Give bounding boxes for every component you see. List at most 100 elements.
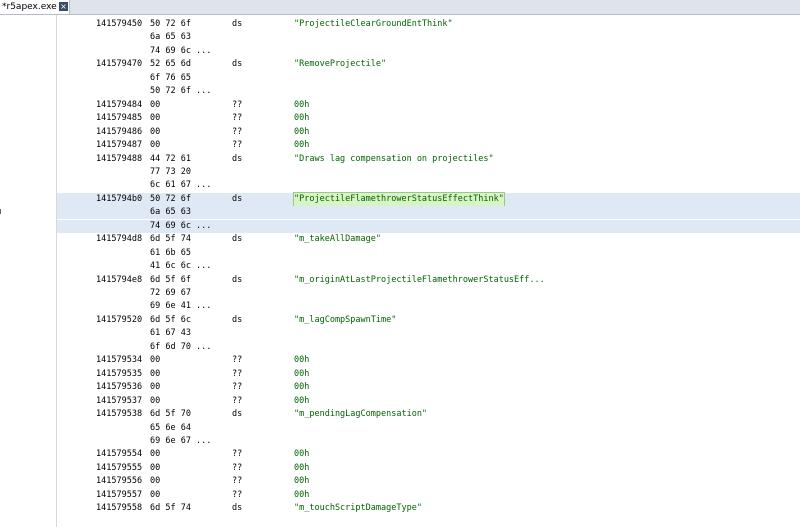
listing-address[interactable]: 141579555 [96, 462, 142, 475]
listing-operand[interactable]: "m_pendingLagCompensation" [294, 408, 427, 421]
listing-row[interactable]: 69 6e 41 ... [57, 300, 800, 313]
listing-row[interactable]: 77 73 20 [57, 166, 800, 179]
listing-bytes[interactable]: 6d 5f 74 [150, 233, 191, 246]
listing-operand[interactable]: "m_lagCompSpawnTime" [294, 314, 396, 327]
listing-row[interactable]: 141579450 50 72 6f ds "ProjectileClearGroun… [57, 18, 800, 31]
listing-row[interactable]: 141579488 44 72 61 ds "Draws lag compensati… [57, 153, 800, 166]
listing-bytes[interactable]: 61 6b 65 [150, 247, 191, 260]
listing-row[interactable]: 74 69 6c ... [57, 45, 800, 58]
listing-bytes[interactable]: 00 [150, 368, 160, 381]
listing-address[interactable]: 141579557 [96, 489, 142, 502]
listing-row[interactable]: 6f 76 65 [57, 72, 800, 85]
listing-mnemonic[interactable]: ds [232, 502, 242, 515]
listing-operand[interactable]: "m_touchScriptDamageType" [294, 502, 422, 515]
listing-mnemonic[interactable]: ?? [232, 112, 242, 125]
listing-row[interactable]: 65 6e 64 [57, 422, 800, 435]
listing-operand[interactable]: 00h [294, 395, 309, 408]
listing-mnemonic[interactable]: ds [232, 274, 242, 287]
listing-row[interactable]: 6f 6d 70 ... [57, 341, 800, 354]
listing-mnemonic[interactable]: ?? [232, 354, 242, 367]
listing-operand[interactable]: 00h [294, 475, 309, 488]
listing-row[interactable]: 141579557 00?? 00h [57, 489, 800, 502]
listing-row[interactable]: 141579537 00?? 00h [57, 395, 800, 408]
listing-address[interactable]: 141579450 [96, 18, 142, 31]
listing-row[interactable]: 141579535 00?? 00h [57, 368, 800, 381]
listing-bytes[interactable]: 6d 5f 6c [150, 314, 191, 327]
listing-operand[interactable]: "RemoveProjectile" [294, 58, 386, 71]
listing-row[interactable]: 141579534 00?? 00h [57, 354, 800, 367]
listing-mnemonic[interactable]: ?? [232, 489, 242, 502]
listing-bytes[interactable]: 00 [150, 475, 160, 488]
listing-row[interactable]: 1415794e8 6d 5f 6f ds "m_originAtLastProjec… [57, 274, 800, 287]
listing-mnemonic[interactable]: ?? [232, 475, 242, 488]
listing-row[interactable]: 61 6b 65 [57, 247, 800, 260]
listing-operand[interactable]: 00h [294, 368, 309, 381]
listing-bytes[interactable]: 00 [150, 139, 160, 152]
listing-row[interactable]: 141579558 6d 5f 74 ds "m_touchScriptDamageT… [57, 502, 800, 515]
listing-bytes[interactable]: 00 [150, 112, 160, 125]
listing-row[interactable]: 74 69 6c ... [57, 219, 800, 233]
listing-address[interactable]: 141579556 [96, 475, 142, 488]
listing-bytes[interactable]: 6d 5f 6f [150, 274, 191, 287]
listing-row[interactable]: 50 72 6f ... [57, 85, 800, 98]
listing-address[interactable]: 141579535 [96, 368, 142, 381]
listing-row[interactable]: 141579520 6d 5f 6c ds "m_lagCompSpawnTime" [57, 314, 800, 327]
listing-bytes[interactable]: 6d 5f 70 [150, 408, 191, 421]
listing-mnemonic[interactable]: ds [232, 408, 242, 421]
listing-bytes[interactable]: 6a 65 63 [150, 31, 191, 44]
listing-mnemonic[interactable]: ?? [232, 381, 242, 394]
listing-row[interactable]: 141579470 52 65 6d ds "RemoveProjectile" [57, 58, 800, 71]
listing-bytes[interactable]: 50 72 6f [150, 18, 191, 31]
listing-row[interactable]: 141579487 00?? 00h [57, 139, 800, 152]
listing-address[interactable]: 141579558 [96, 502, 142, 515]
listing-bytes[interactable]: 72 69 67 [150, 287, 191, 300]
listing-bytes[interactable]: 69 6e 67 ... [150, 435, 211, 448]
listing-row[interactable]: 141579555 00?? 00h [57, 462, 800, 475]
listing-operand[interactable]: "ProjectileClearGroundEntThink" [294, 18, 453, 31]
listing-address[interactable]: 141579488 [96, 153, 142, 166]
listing-bytes[interactable]: 00 [150, 381, 160, 394]
listing-mnemonic[interactable]: ds [232, 314, 242, 327]
listing-row[interactable]: 141579536 00?? 00h [57, 381, 800, 394]
listing-mnemonic[interactable]: ?? [232, 368, 242, 381]
listing-mnemonic[interactable]: ?? [232, 448, 242, 461]
listing-row[interactable]: 141579484 00?? 00h [57, 99, 800, 112]
listing-row[interactable]: 141579556 00?? 00h [57, 475, 800, 488]
listing-bytes[interactable]: 6d 5f 74 [150, 502, 191, 515]
listing-operand[interactable]: 00h [294, 462, 309, 475]
listing-row[interactable]: 41 6c 6c ... [57, 260, 800, 273]
listing-mnemonic[interactable]: ds [232, 193, 242, 206]
listing-mnemonic[interactable]: ds [232, 18, 242, 31]
listing-bytes[interactable]: 77 73 20 [150, 166, 191, 179]
listing-mnemonic[interactable]: ?? [232, 462, 242, 475]
listing-address[interactable]: 141579537 [96, 395, 142, 408]
disassembly-listing[interactable]: 141579450 50 72 6f ds "ProjectileClearGroun… [57, 15, 800, 527]
listing-operand[interactable]: "Draws lag compensation on projectiles" [294, 153, 494, 166]
listing-mnemonic[interactable]: ds [232, 233, 242, 246]
listing-bytes[interactable]: 00 [150, 126, 160, 139]
listing-mnemonic[interactable]: ds [232, 58, 242, 71]
listing-row[interactable]: 1415794d8 6d 5f 74 ds "m_takeAllDamage" [57, 233, 800, 246]
listing-address[interactable]: 141579554 [96, 448, 142, 461]
listing-row[interactable]: 61 67 43 [57, 327, 800, 340]
listing-bytes[interactable]: 61 67 43 [150, 327, 191, 340]
listing-row[interactable]: 1415794b0 50 72 6f ds "ProjectileFlamethrow… [57, 191, 800, 207]
listing-bytes[interactable]: 00 [150, 354, 160, 367]
listing-operand[interactable]: 00h [294, 489, 309, 502]
listing-operand[interactable]: "ProjectileFlamethrowerStatusEffectThink… [293, 191, 505, 207]
listing-address[interactable]: 141579485 [96, 112, 142, 125]
listing-address[interactable]: 141579484 [96, 99, 142, 112]
listing-operand[interactable]: "m_originAtLastProjectileFlamethrowerSta… [294, 274, 545, 287]
listing-address[interactable]: 141579538 [96, 408, 142, 421]
listing-row[interactable]: 6a 65 63 [57, 31, 800, 44]
listing-bytes[interactable]: 41 6c 6c ... [150, 260, 211, 273]
listing-row[interactable]: 141579538 6d 5f 70 ds "m_pendingLagCompensa… [57, 408, 800, 421]
listing-bytes[interactable]: 6c 61 67 ... [150, 179, 211, 192]
listing-bytes[interactable]: 6f 6d 70 ... [150, 341, 211, 354]
listing-mnemonic[interactable]: ?? [232, 126, 242, 139]
listing-bytes[interactable]: 00 [150, 448, 160, 461]
listing-row[interactable]: 141579554 00?? 00h [57, 448, 800, 461]
close-icon[interactable]: × [59, 2, 68, 11]
listing-operand[interactable]: 00h [294, 381, 309, 394]
listing-bytes[interactable]: 6a 65 63 [150, 206, 191, 219]
